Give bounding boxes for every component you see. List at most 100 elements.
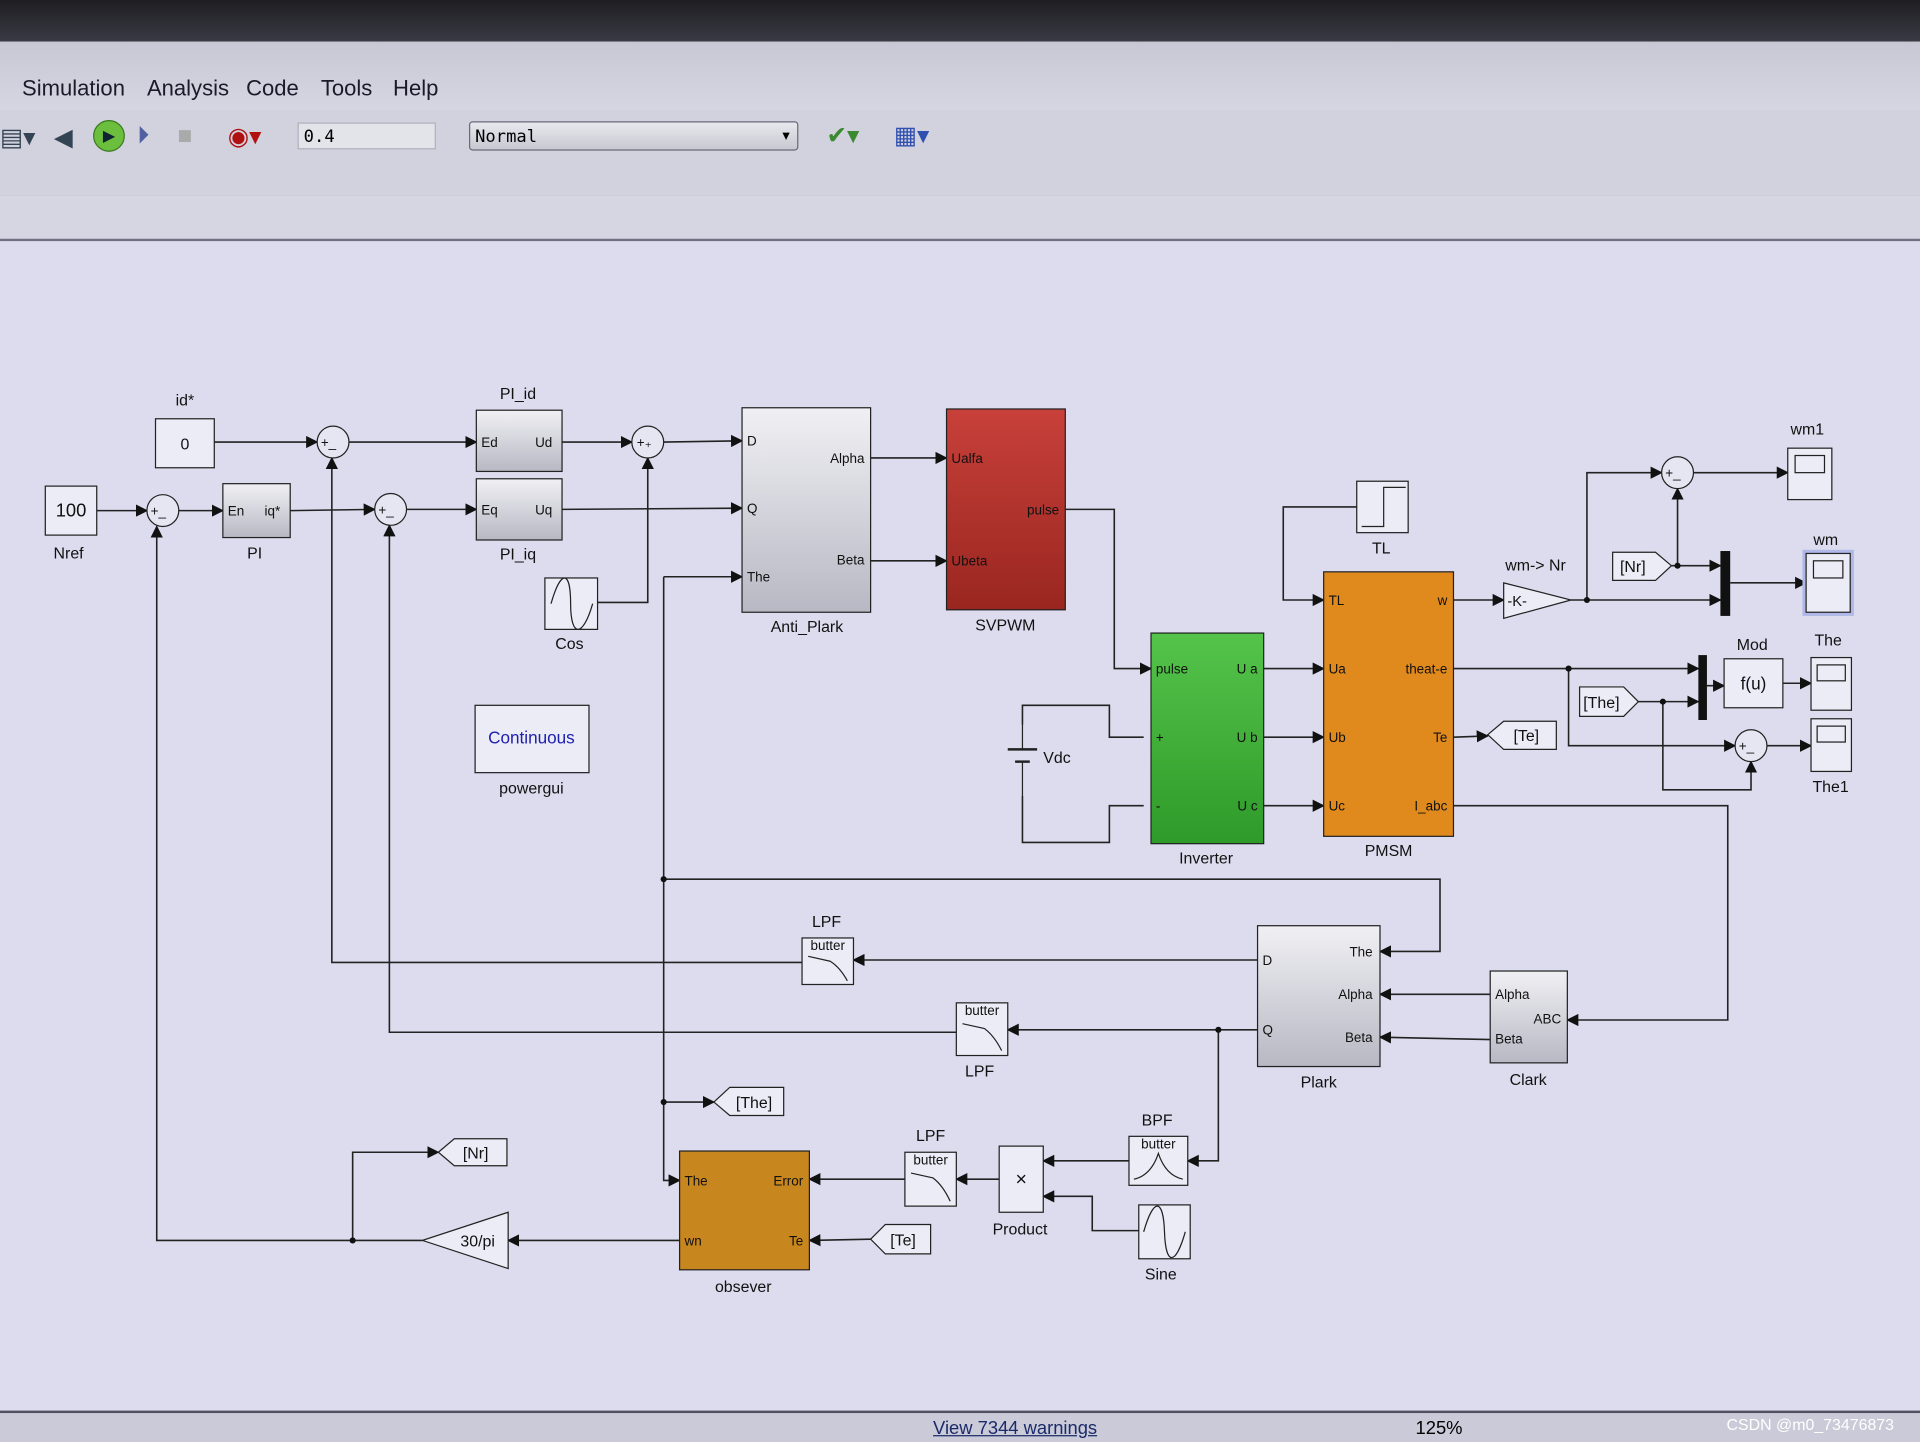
svpwm-block[interactable]: Ualfa Ubeta pulse SVPWM [945,408,1066,635]
svg-text:Nref: Nref [54,545,85,562]
svg-text:Uq: Uq [535,502,552,517]
svg-text:TL: TL [1329,593,1345,608]
svg-text:The1: The1 [1812,779,1848,796]
svg-text:Q: Q [747,501,757,516]
scope-wm1[interactable]: wm1 [1787,422,1833,501]
sum-block[interactable]: +_ [1661,456,1695,490]
sine-block[interactable]: Sine [1138,1204,1191,1284]
svg-text:Clark: Clark [1510,1072,1547,1089]
id-ref-constant[interactable]: 0 id* [154,392,215,469]
svg-text:+₊: +₊ [637,435,652,450]
svg-text:[Nr]: [Nr] [463,1145,489,1162]
svg-text:U b: U b [1237,730,1258,745]
powergui-block[interactable]: Continuous powergui [474,704,590,797]
svg-text:[The]: [The] [1583,695,1619,712]
inverter-block[interactable]: pulse + - U a U b U c Inverter [1150,632,1265,867]
sum-block[interactable]: +_ [374,492,408,526]
svg-text:TL: TL [1372,540,1391,557]
svg-text:Te: Te [1433,730,1447,745]
svg-text:Ubeta: Ubeta [951,554,987,569]
svg-text:wn: wn [683,1233,701,1248]
svg-text:LPF: LPF [916,1128,945,1145]
lpf-block-d[interactable]: butter LPF [801,914,855,986]
pmsm-block[interactable]: TL Ua Ub Uc w theat-e Te I_abc PMSM [1323,571,1455,860]
svg-text:PMSM: PMSM [1365,843,1413,860]
svg-text:butter: butter [965,1003,1000,1018]
from-the-tag[interactable]: [The] [1578,686,1640,717]
svg-text:butter: butter [811,938,846,953]
mux-block[interactable] [1720,551,1731,616]
sum-block[interactable]: +₊ [631,425,665,459]
svg-text:The: The [747,570,770,585]
svg-text:LPF: LPF [965,1063,994,1080]
scope-the[interactable]: The [1810,632,1853,711]
svg-text:30/pi: 30/pi [460,1234,495,1251]
svg-text:The: The [1349,944,1372,959]
svg-text:Alpha: Alpha [1495,987,1530,1002]
svg-text:D: D [747,434,757,449]
vdc-source[interactable]: Vdc [1007,724,1071,796]
svg-text:-: - [1156,799,1160,814]
status-bar: View 7344 warnings 125% CSDN @m0_7347687… [0,1410,1920,1442]
anti-park-block[interactable]: D Q The Alpha Beta Anti_Plark [741,407,872,636]
pi-block[interactable]: En iq* PI [222,483,291,563]
svg-text:Inverter: Inverter [1179,850,1234,867]
svg-text:[The]: [The] [736,1095,772,1112]
svg-text:Error: Error [773,1173,803,1188]
svg-text:+_: +_ [1665,466,1681,481]
svg-text:theat-e: theat-e [1405,661,1447,676]
svg-text:+_: +_ [151,504,167,519]
sum-block[interactable]: +_ [316,425,350,459]
svg-text:Continuous: Continuous [488,727,575,747]
lpf-block-q[interactable]: butter LPF [955,1002,1009,1080]
sum-block[interactable]: +_ [146,494,180,528]
scope-the1[interactable]: The1 [1810,718,1853,796]
scope-wm[interactable]: wm [1802,532,1854,616]
svg-text:Ub: Ub [1329,730,1346,745]
svg-text:obsever: obsever [715,1279,772,1296]
svg-text:Alpha: Alpha [1338,987,1373,1002]
tl-step-block[interactable]: TL [1356,480,1409,557]
goto-nr-tag[interactable]: [Nr] [437,1138,508,1167]
goto-te-tag[interactable]: [Te] [1486,720,1557,751]
product-block[interactable]: × Product [993,1145,1048,1238]
mux-block[interactable] [1698,655,1707,721]
zoom-level: 125% [1415,1417,1463,1439]
from-nr-tag[interactable]: [Nr] [1612,551,1673,582]
clark-block[interactable]: Alpha Beta ABC Clark [1489,970,1568,1089]
sum-block[interactable]: +_ [1734,729,1768,763]
svg-text:Anti_Plark: Anti_Plark [771,619,844,636]
svg-text:+_: +_ [321,435,337,450]
goto-the-tag[interactable]: [The] [712,1086,785,1117]
svg-text:Cos: Cos [555,636,583,653]
svg-text:w: w [1437,593,1448,608]
svg-text:LPF: LPF [812,914,841,931]
svg-text:Ualfa: Ualfa [951,451,983,466]
cos-block[interactable]: Cos [544,577,599,653]
warnings-link[interactable]: View 7344 warnings [933,1418,1097,1439]
pi-id-block[interactable]: Ed Ud PI_id [475,386,563,473]
svg-text:Product: Product [993,1221,1048,1238]
svg-text:butter: butter [1141,1137,1176,1152]
svg-text:SVPWM: SVPWM [975,618,1035,635]
park-block[interactable]: D Q The Alpha Beta Plark [1256,925,1381,1092]
svg-text:U a: U a [1237,661,1258,676]
svg-text:PI_id: PI_id [500,386,536,403]
gain-30-pi[interactable]: 30/pi [420,1211,509,1270]
pi-iq-block[interactable]: Eq Uq PI_iq [475,478,563,564]
svg-text:The: The [684,1173,707,1188]
svg-text:powergui: powergui [499,780,564,797]
lpf-block-error[interactable]: butter LPF [904,1128,957,1207]
block-diagram: +_ +_ +_ +₊ +_ +_ 100 Nref 0 id* En iq* PI E… [44,386,1854,1296]
svg-text:BPF: BPF [1142,1112,1173,1129]
from-te-tag[interactable]: [Te] [869,1223,932,1255]
svg-text:D: D [1262,953,1272,968]
svg-text:PI_iq: PI_iq [500,547,536,564]
svg-text:PI: PI [247,545,262,562]
gain-wm-to-nr[interactable]: -K-wm-> Nr [1503,558,1574,620]
svg-text:f(u): f(u) [1741,673,1767,693]
bpf-block[interactable]: butter BPF [1128,1112,1189,1186]
nref-constant[interactable]: 100 Nref [44,485,98,562]
mod-fcn-block[interactable]: f(u) Mod [1723,637,1784,709]
observer-block[interactable]: The Error wn Te obsever [678,1150,811,1296]
